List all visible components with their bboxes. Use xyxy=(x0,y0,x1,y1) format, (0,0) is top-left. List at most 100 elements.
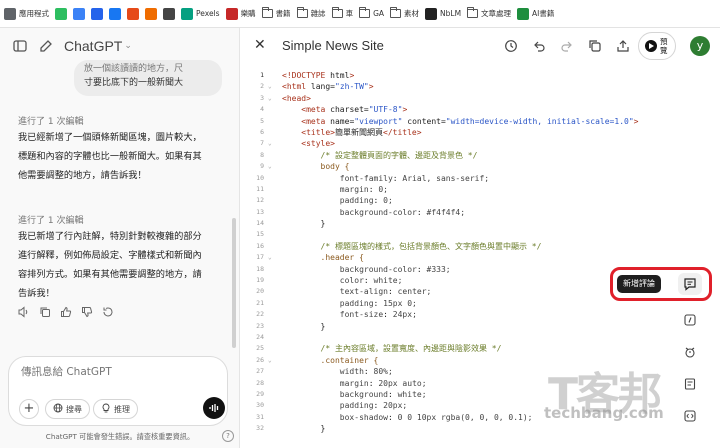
bookmark-item[interactable]: 素材 xyxy=(390,7,419,19)
port-language-icon[interactable] xyxy=(682,408,698,424)
reply-line: 他需要調整的地方，請告訴我！ xyxy=(18,170,147,181)
regenerate-icon[interactable] xyxy=(102,306,114,321)
read-aloud-icon[interactable] xyxy=(18,306,30,321)
code-line: 4 <meta charset="UTF-8"> xyxy=(240,104,720,115)
code-line: 10 font-family: Arial, sans-serif; xyxy=(240,173,720,184)
chat-header: ChatGPT ⌄ xyxy=(0,28,240,64)
bookmark-item[interactable]: NbLM xyxy=(425,7,461,20)
ai-sheet-icon xyxy=(517,7,530,20)
line-number: 15 xyxy=(256,230,264,239)
thumbs-up-icon[interactable] xyxy=(60,306,72,321)
bookmark-item[interactable]: 書籍 xyxy=(261,7,291,19)
code-text: } xyxy=(282,321,326,331)
copy-icon[interactable] xyxy=(39,306,51,321)
reply-line: 告訴我！ xyxy=(18,288,55,299)
new-chat-icon[interactable] xyxy=(38,38,54,54)
history-icon[interactable] xyxy=(502,37,520,55)
bookmark-label: 樂購 xyxy=(240,9,256,18)
shop-icon xyxy=(225,7,238,20)
redo-icon[interactable] xyxy=(558,37,576,55)
code-line: 2 ⌄ <html lang="zh-TW"> xyxy=(240,81,720,92)
undo-icon[interactable] xyxy=(530,37,548,55)
bookmark-item[interactable]: 車 xyxy=(331,7,353,19)
add-logs-icon[interactable] xyxy=(682,344,698,360)
code-text: padding: 0; xyxy=(339,196,393,206)
code-review-icon[interactable] xyxy=(682,312,698,328)
code-line: 3 ⌄ <head> xyxy=(240,93,720,104)
preview-label: 預覽 xyxy=(660,37,668,55)
line-number: 20 xyxy=(256,287,264,296)
fold-chevron-icon[interactable]: ⌄ xyxy=(268,252,272,263)
edit-meta[interactable]: 進行了 1 次編輯 xyxy=(18,114,83,127)
line-number: 17 xyxy=(256,253,264,262)
bookmark-label: 雜誌 xyxy=(310,9,326,18)
line-number: 10 xyxy=(256,173,264,182)
code-text: .header { xyxy=(282,253,364,263)
line-number: 2 xyxy=(260,82,264,91)
fold-chevron-icon[interactable]: ⌄ xyxy=(268,93,272,104)
code-line: 15 xyxy=(240,229,720,240)
chat-panel: ChatGPT ⌄ 放一個該讀讀的地方，尺 寸要比底下的一般新聞大 進行了 1 … xyxy=(0,28,240,448)
folder-icon xyxy=(359,7,371,18)
code-line: 1 <!DOCTYPE html> xyxy=(240,70,720,81)
sidebar-toggle-icon[interactable] xyxy=(12,38,28,54)
line-number: 11 xyxy=(256,184,264,193)
avatar[interactable]: y xyxy=(690,36,710,56)
bookmarks-bar: 應用程式 Pexels 樂購 書籍 雜誌 車 GA 素材 NbLM 文章處理 AI書籍 xyxy=(0,0,720,28)
scrollbar[interactable] xyxy=(232,218,236,348)
code-text: box-shadow: 0 0 10px rgba(0, 0, 0, 0.1); xyxy=(339,412,533,422)
bookmark-item[interactable]: 樂購 xyxy=(225,7,256,20)
evernote-icon xyxy=(55,7,67,20)
watermark: T客邦 techbang.com xyxy=(540,358,680,428)
copy-code-icon[interactable] xyxy=(586,37,604,55)
assistant-reply: 我已經新增了一個頭條新聞區塊，圖片較大， 標題和內容的字體也比一般新聞大。如果有… xyxy=(18,128,216,185)
folder-icon xyxy=(467,7,479,18)
reason-button[interactable]: 推理 xyxy=(93,399,138,419)
search-button[interactable]: 搜尋 xyxy=(45,399,90,419)
bookmark-item[interactable]: AI書籍 xyxy=(517,7,555,20)
bookmark-item[interactable] xyxy=(109,7,121,20)
bookmark-item[interactable]: 應用程式 xyxy=(4,7,49,20)
bookmark-item[interactable] xyxy=(127,7,139,20)
bookmark-item[interactable]: 雜誌 xyxy=(296,7,326,19)
bookmark-item[interactable] xyxy=(55,7,67,20)
fold-chevron-icon[interactable]: ⌄ xyxy=(268,138,272,149)
code-line: 13 background-color: #f4f4f4; xyxy=(240,207,720,218)
chevron-down-icon: ⌄ xyxy=(124,41,132,51)
bookmark-label: 應用程式 xyxy=(19,9,49,18)
bookmark-item[interactable]: GA xyxy=(359,7,384,18)
search-label: 搜尋 xyxy=(66,404,82,414)
help-button[interactable]: ? xyxy=(222,430,234,442)
bookmark-label: 文章處理 xyxy=(481,9,512,18)
line-number: 25 xyxy=(256,344,264,353)
line-number: 13 xyxy=(256,207,264,216)
fold-chevron-icon[interactable]: ⌄ xyxy=(268,355,272,366)
message-input[interactable] xyxy=(21,366,201,378)
fold-chevron-icon[interactable]: ⌄ xyxy=(268,161,272,172)
document-title: Simple News Site xyxy=(282,38,384,53)
model-selector[interactable]: ChatGPT ⌄ xyxy=(64,38,132,54)
reply-line: 我已經新增了一個頭條新聞區塊，圖片較大， xyxy=(18,132,202,143)
add-comments-icon[interactable] xyxy=(682,376,698,392)
share-icon[interactable] xyxy=(614,37,632,55)
preview-button[interactable]: 預覽 xyxy=(638,32,676,60)
bookmark-item[interactable]: Pexels xyxy=(181,7,220,20)
fold-chevron-icon[interactable]: ⌄ xyxy=(268,81,272,92)
attach-button[interactable]: + xyxy=(19,399,39,419)
n-logo-icon xyxy=(163,7,175,20)
line-number: 26 xyxy=(256,355,264,364)
voice-mode-button[interactable] xyxy=(203,397,225,419)
bookmark-item[interactable] xyxy=(91,7,103,20)
code-line: 24 xyxy=(240,332,720,343)
bookmark-item[interactable] xyxy=(145,7,157,20)
edit-meta[interactable]: 進行了 1 次編輯 xyxy=(18,213,83,226)
close-icon[interactable]: ✕ xyxy=(254,37,266,53)
thumbs-down-icon[interactable] xyxy=(81,306,93,321)
bookmark-item[interactable] xyxy=(163,7,175,20)
bookmark-item[interactable] xyxy=(73,7,85,20)
bookmark-label: AI書籍 xyxy=(532,9,555,18)
globe-icon xyxy=(53,403,63,415)
bookmark-item[interactable]: 文章處理 xyxy=(467,7,512,19)
trend-icon xyxy=(127,7,139,20)
pexels-icon xyxy=(181,7,193,20)
